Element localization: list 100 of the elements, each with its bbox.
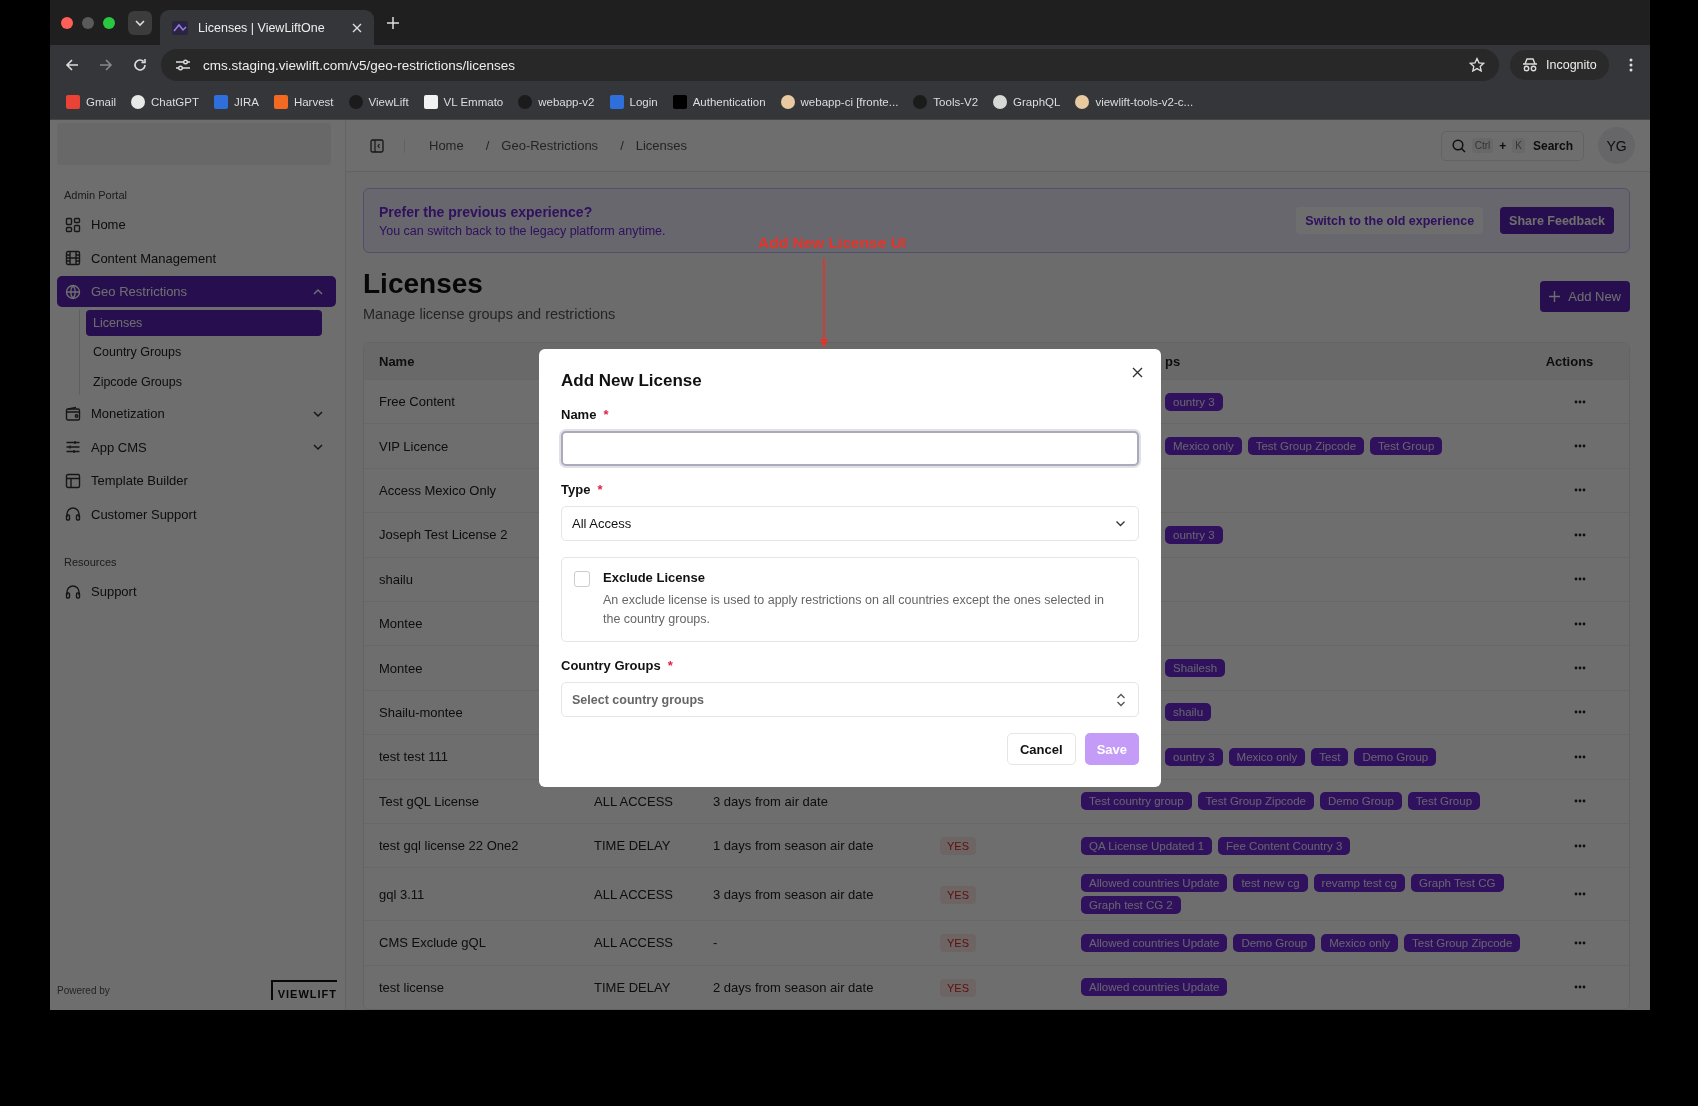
bookmark[interactable]: Authentication (666, 95, 772, 109)
table-cell: gql 3.11 (379, 886, 425, 902)
nav-item[interactable]: Support (57, 576, 336, 607)
banner-text: You can switch back to the legacy platform anytime. (379, 223, 667, 238)
column-header: Actions (1544, 353, 1595, 369)
status-badge: YES (940, 837, 976, 856)
bookmark[interactable]: Tools-V2 (907, 95, 985, 109)
table-cell: Montee (379, 660, 423, 676)
nav-item[interactable]: Template Builder (57, 465, 336, 496)
more-icon[interactable] (1573, 892, 1586, 897)
bookmark[interactable]: viewlift-tools-v2-c... (1069, 95, 1200, 109)
nav-subitem[interactable]: Licenses (86, 309, 322, 336)
country-groups-select[interactable]: Select country groups (561, 682, 1139, 717)
grid-icon (65, 216, 81, 233)
breadcrumb-link[interactable]: Geo-Restrictions (501, 138, 599, 153)
maximize-window-button[interactable] (103, 16, 115, 29)
profile-button[interactable]: Incognito (1510, 50, 1609, 80)
back-icon[interactable] (65, 58, 79, 72)
table-cell: ALL ACCESS (594, 886, 673, 902)
table-cell: 3 days from air date (713, 793, 828, 809)
updown-icon (1116, 692, 1126, 707)
more-icon[interactable] (1573, 532, 1586, 537)
url-text: cms.staging.viewlift.com/v5/geo-restrictions/licenses (203, 57, 517, 73)
browser-tab[interactable]: Licenses | ViewLiftOne (160, 10, 374, 45)
user-avatar[interactable]: YG (1598, 127, 1635, 164)
nav-item[interactable]: Geo Restrictions (57, 276, 336, 307)
name-input[interactable] (561, 431, 1139, 466)
bookmark[interactable]: Harvest (267, 95, 340, 109)
nav-item[interactable]: Monetization (57, 398, 336, 429)
annotation-label: Add New License UI (758, 234, 907, 252)
status-badge: YES (940, 934, 976, 953)
bookmark[interactable]: webapp-ci [fronte... (774, 95, 905, 109)
group-tag: Mexico only (1228, 747, 1306, 766)
more-icon[interactable] (1573, 666, 1586, 671)
breadcrumb-link[interactable]: Home (429, 138, 464, 153)
tab-search-button[interactable] (128, 10, 152, 35)
breadcrumb-separator: / (620, 138, 624, 153)
bookmark[interactable]: ViewLift (342, 95, 415, 109)
bookmark[interactable]: JIRA (207, 95, 265, 109)
bookmark[interactable]: Login (603, 95, 664, 109)
chevron-icon (1115, 518, 1126, 529)
reload-icon[interactable] (133, 58, 147, 72)
more-icon[interactable] (1573, 710, 1586, 715)
favicon-icon (213, 95, 228, 109)
nav-subitem[interactable]: Zipcode Groups (86, 368, 322, 395)
search-icon (1451, 138, 1466, 153)
bookmark[interactable]: VL Emmato (417, 95, 510, 109)
address-field[interactable]: cms.staging.viewlift.com/v5/geo-restrictions/licenses (161, 49, 1499, 81)
more-icon[interactable] (1573, 621, 1586, 626)
new-tab-button[interactable] (386, 15, 400, 30)
table-cell: - (713, 935, 718, 951)
bookmark[interactable]: GraphQL (987, 95, 1067, 109)
more-icon[interactable] (1573, 843, 1586, 848)
breadcrumb-link[interactable]: Licenses (635, 138, 688, 153)
cancel-button[interactable]: Cancel (1007, 733, 1076, 765)
switch-button[interactable]: Switch to the old experience (1296, 207, 1484, 234)
star-icon[interactable] (1469, 57, 1485, 73)
favicon-icon (780, 95, 795, 109)
more-icon[interactable] (1573, 444, 1586, 449)
group-tag: Test Group Zipcode (1404, 934, 1521, 952)
nav-subitem[interactable]: Country Groups (86, 339, 322, 366)
feedback-button[interactable]: Share Feedback (1500, 207, 1614, 234)
more-icon[interactable] (1628, 58, 1633, 72)
nav-item[interactable]: App CMS (57, 431, 336, 463)
close-icon[interactable] (1132, 367, 1143, 378)
close-window-button[interactable] (61, 16, 73, 29)
nav-item[interactable]: Content Management (57, 242, 336, 274)
group-tag: Test Group Zipcode (1247, 437, 1365, 456)
film-icon (65, 250, 81, 266)
bookmark[interactable]: ChatGPT (125, 95, 205, 109)
bookmark[interactable]: Gmail (60, 95, 123, 109)
minimize-window-button[interactable] (82, 16, 94, 29)
table-cell: TIME DELAY (594, 838, 671, 854)
banner-title: Prefer the previous experience? (379, 203, 594, 220)
nav-item[interactable]: Home (57, 209, 336, 240)
table-cell: shailu (379, 571, 413, 587)
table-cell: Montee (379, 616, 423, 632)
more-icon[interactable] (1573, 985, 1586, 990)
sidebar-toggle-icon[interactable] (370, 138, 405, 153)
more-icon[interactable] (1573, 799, 1586, 804)
wallet-icon (65, 405, 81, 422)
exclude-checkbox[interactable] (574, 571, 590, 587)
more-icon[interactable] (1573, 399, 1586, 404)
layout-icon (65, 472, 81, 489)
more-icon[interactable] (1573, 488, 1586, 493)
bookmark[interactable]: webapp-v2 (512, 95, 601, 109)
table-cell: Free Content (379, 394, 455, 410)
site-settings-icon[interactable] (175, 58, 191, 72)
field-label: Country Groups (561, 658, 661, 673)
add-new-button[interactable]: Add New (1540, 281, 1630, 312)
globe-icon (65, 283, 81, 300)
forward-icon[interactable] (99, 58, 113, 72)
nav-item[interactable]: Customer Support (57, 498, 336, 530)
type-select[interactable]: All Access (561, 506, 1139, 541)
more-icon[interactable] (1573, 577, 1586, 582)
table-cell: 3 days from season air date (713, 886, 874, 902)
more-icon[interactable] (1573, 941, 1586, 945)
field-label: Type (561, 482, 591, 497)
more-icon[interactable] (1573, 754, 1586, 759)
group-tag: Demo Group (1354, 747, 1437, 766)
